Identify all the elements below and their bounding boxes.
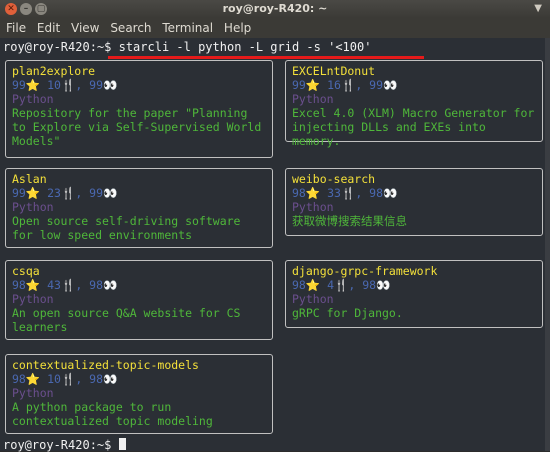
- watchers-count: 98: [89, 278, 104, 292]
- watchers-count: 98: [89, 372, 104, 386]
- repo-card: django-grpc-framework 98⭐ 4🍴, 98👀 Python gR…: [285, 260, 543, 328]
- fork-icon: 🍴: [340, 78, 356, 92]
- command-underline: [108, 56, 424, 59]
- repo-stats: 98⭐ 33🍴, 98👀: [292, 186, 398, 200]
- scrollbar[interactable]: [545, 38, 550, 451]
- close-icon[interactable]: ✕: [5, 3, 17, 15]
- repo-description: gRPC for Django.: [292, 306, 403, 320]
- stars-count: 98: [292, 186, 306, 200]
- repo-description: Open source self-driving software for lo…: [12, 214, 241, 242]
- repo-language: Python: [12, 292, 54, 306]
- repo-name: django-grpc-framework: [292, 264, 438, 278]
- terminal-output[interactable]: roy@roy-R420:~$ starcli -l python -L gri…: [0, 38, 550, 452]
- repo-card: weibo-search 98⭐ 33🍴, 98👀 Python 获取微博搜索结果信息: [285, 168, 543, 236]
- star-icon: ⭐: [25, 278, 41, 292]
- repo-name: csqa: [12, 264, 40, 278]
- stars-count: 98: [12, 278, 26, 292]
- repo-language: Python: [12, 386, 54, 400]
- star-icon: ⭐: [25, 186, 41, 200]
- repo-language: Python: [292, 292, 334, 306]
- text-cursor: [118, 438, 126, 450]
- repo-stats: 98⭐ 10🍴, 98👀: [12, 372, 118, 386]
- star-icon: ⭐: [25, 372, 41, 386]
- watchers-icon: 👀: [103, 278, 118, 292]
- watchers-count: 99: [89, 78, 104, 92]
- repo-description: 获取微博搜索结果信息: [292, 214, 407, 228]
- repo-name: plan2explore: [12, 64, 96, 78]
- repo-language: Python: [12, 92, 54, 106]
- repo-language: Python: [292, 92, 334, 106]
- title-bar: ✕ – ▢ roy@roy-R420: ~ ▼: [0, 0, 550, 18]
- repo-description: An open source Q&A website for CS learne…: [12, 306, 241, 334]
- stars-count: 99: [12, 78, 26, 92]
- repo-stats: 99⭐ 10🍴, 99👀: [12, 78, 118, 92]
- stars-count: 98: [292, 278, 306, 292]
- fork-icon: 🍴: [60, 186, 76, 200]
- watchers-icon: 👀: [383, 186, 398, 200]
- star-icon: ⭐: [25, 78, 41, 92]
- repo-stats: 98⭐ 4🍴, 98👀: [292, 278, 391, 292]
- stars-count: 99: [12, 186, 26, 200]
- menu-terminal[interactable]: Terminal: [162, 18, 213, 38]
- star-icon: ⭐: [305, 186, 321, 200]
- forks-count: 10: [47, 372, 61, 386]
- fork-icon: 🍴: [60, 372, 76, 386]
- forks-count: 16: [327, 78, 341, 92]
- repo-name: Aslan: [12, 172, 47, 186]
- repo-card: EXCELntDonut 99⭐ 16🍴, 99👀 Python Excel 4.0 …: [285, 60, 543, 148]
- prompt-text: roy@roy-R420:~$: [3, 438, 119, 452]
- window-menu-arrow-icon[interactable]: ▼: [534, 0, 542, 18]
- watchers-icon: 👀: [376, 278, 391, 292]
- watchers-icon: 👀: [103, 186, 118, 200]
- command-line: roy@roy-R420:~$ starcli -l python -L gri…: [3, 40, 372, 54]
- forks-count: 43: [47, 278, 61, 292]
- forks-count: 33: [327, 186, 341, 200]
- watchers-icon: 👀: [383, 78, 398, 92]
- repo-description: A python package to run contextualized t…: [12, 400, 213, 428]
- forks-count: 23: [47, 186, 61, 200]
- repo-stats: 98⭐ 43🍴, 98👀: [12, 278, 118, 292]
- watchers-icon: 👀: [103, 78, 118, 92]
- star-icon: ⭐: [305, 278, 321, 292]
- repo-name: weibo-search: [292, 172, 376, 186]
- fork-icon: 🍴: [60, 78, 76, 92]
- watchers-count: 99: [369, 78, 384, 92]
- menu-bar: File Edit View Search Terminal Help: [0, 18, 550, 38]
- repo-stats: 99⭐ 16🍴, 99👀: [292, 78, 398, 92]
- stars-count: 99: [292, 78, 306, 92]
- repo-stats: 99⭐ 23🍴, 99👀: [12, 186, 118, 200]
- minimize-icon[interactable]: –: [20, 3, 32, 15]
- watchers-count: 99: [89, 186, 104, 200]
- window-title: roy@roy-R420: ~: [222, 2, 328, 15]
- menu-view[interactable]: View: [71, 18, 99, 38]
- menu-file[interactable]: File: [6, 18, 26, 38]
- star-icon: ⭐: [305, 78, 321, 92]
- stars-count: 98: [12, 372, 26, 386]
- repo-card: plan2explore 99⭐ 10🍴, 99👀 Python Repository…: [5, 60, 273, 158]
- watchers-count: 98: [369, 186, 384, 200]
- repo-card: contextualized-topic-models 98⭐ 10🍴, 98👀 P…: [5, 354, 273, 434]
- repo-description: Repository for the paper "Planning to Ex…: [12, 106, 262, 148]
- terminal-window: ✕ – ▢ roy@roy-R420: ~ ▼ File Edit View S…: [0, 0, 550, 452]
- watchers-icon: 👀: [103, 372, 118, 386]
- repo-card: csqa 98⭐ 43🍴, 98👀 Python An open source Q&A…: [5, 260, 273, 340]
- repo-description: Excel 4.0 (XLM) Macro Generator for inje…: [292, 106, 535, 148]
- menu-search[interactable]: Search: [110, 18, 151, 38]
- maximize-icon[interactable]: ▢: [35, 3, 47, 15]
- menu-edit[interactable]: Edit: [37, 18, 60, 38]
- fork-icon: 🍴: [340, 186, 356, 200]
- final-prompt: roy@roy-R420:~$: [3, 438, 126, 452]
- repo-name: contextualized-topic-models: [12, 358, 199, 372]
- repo-language: Python: [12, 200, 54, 214]
- forks-count: 10: [47, 78, 61, 92]
- menu-help[interactable]: Help: [224, 18, 251, 38]
- watchers-count: 98: [362, 278, 377, 292]
- repo-card: Aslan 99⭐ 23🍴, 99👀 Python Open source self-…: [5, 168, 273, 248]
- repo-name: EXCELntDonut: [292, 64, 376, 78]
- repo-language: Python: [292, 200, 334, 214]
- fork-icon: 🍴: [334, 278, 349, 292]
- fork-icon: 🍴: [60, 278, 76, 292]
